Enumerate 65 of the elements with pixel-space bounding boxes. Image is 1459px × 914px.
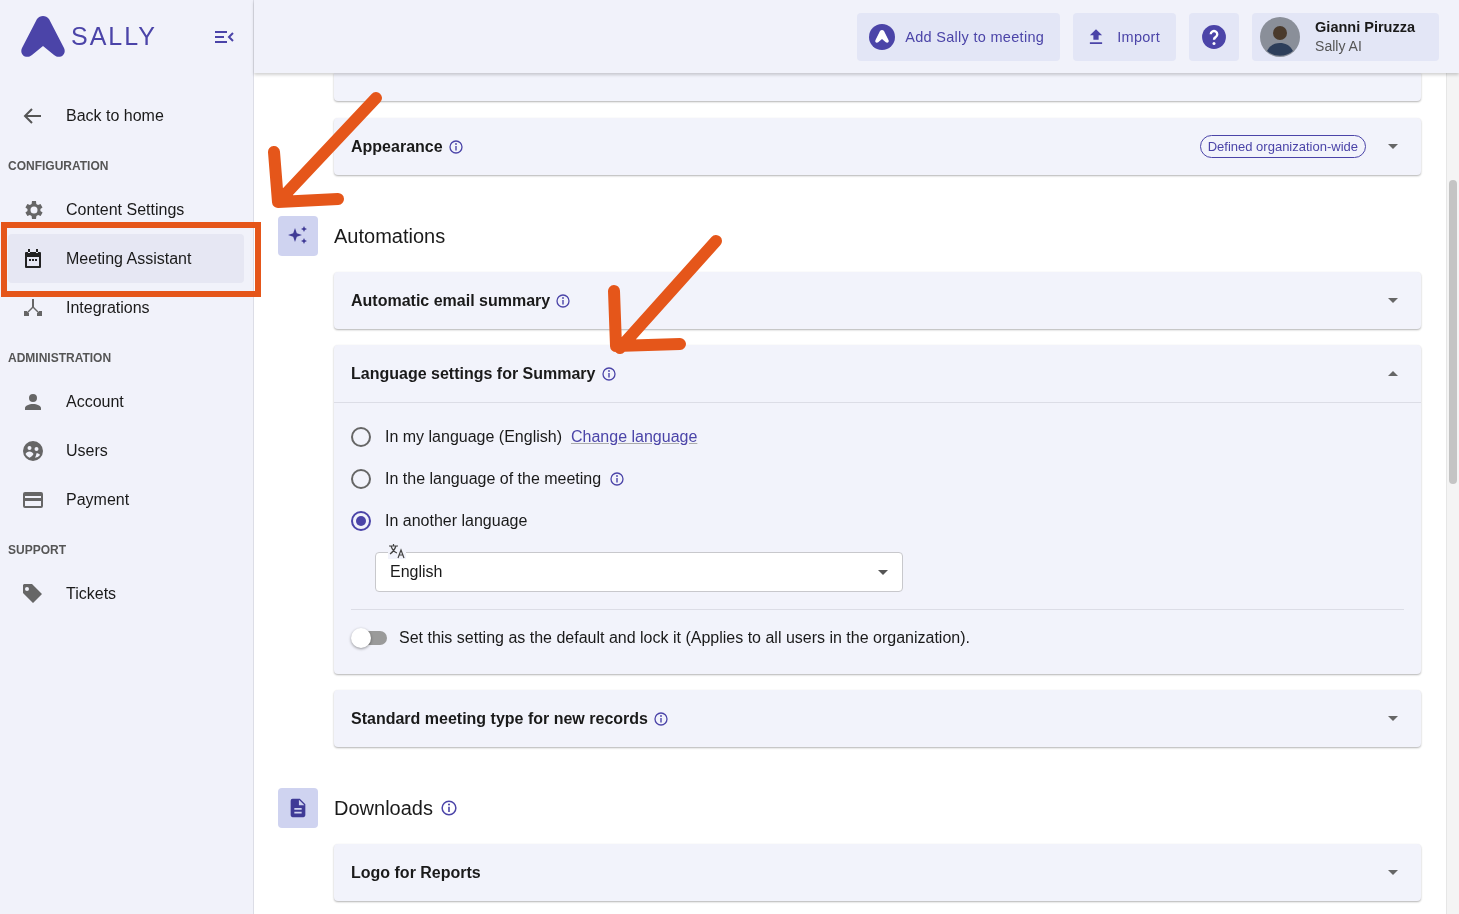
nav-item[interactable]: Meeting Assistant <box>8 234 244 283</box>
radio-label: In my language (English) <box>385 428 562 446</box>
user-name: Gianni Piruzza <box>1315 19 1415 35</box>
help-icon <box>1201 23 1228 50</box>
translate-icon <box>388 543 406 559</box>
nav-label: Back to home <box>66 106 164 125</box>
accordion-header[interactable]: Appearance Defined organization-wide <box>334 118 1421 175</box>
info-icon[interactable] <box>448 139 463 154</box>
caret-icon[interactable] <box>1388 371 1398 376</box>
help-button[interactable] <box>1189 12 1240 61</box>
nav-item[interactable]: Content Settings <box>0 185 244 234</box>
users-icon <box>21 438 45 463</box>
radio-button[interactable] <box>351 469 371 489</box>
avatar-icon <box>1260 16 1301 57</box>
sparkles-icon <box>278 216 318 256</box>
nav-item[interactable]: Account <box>0 377 244 426</box>
nav-item[interactable]: Payment <box>0 475 244 524</box>
info-icon[interactable] <box>440 800 457 816</box>
header-button[interactable]: Import <box>1073 12 1177 61</box>
tag-icon <box>21 581 45 606</box>
document-icon <box>278 788 318 828</box>
caret-icon[interactable] <box>1388 870 1398 875</box>
radio-label: In the language of the meeting <box>385 470 602 488</box>
info-icon[interactable] <box>556 293 571 308</box>
upload-icon <box>1089 28 1104 45</box>
nav-item[interactable]: Tickets <box>0 569 244 618</box>
toggle-label: Set this setting as the default and lock it (Applies to all users in the organization). <box>399 629 970 647</box>
caret-icon[interactable] <box>1388 716 1398 721</box>
info-icon[interactable] <box>601 366 616 381</box>
accordion-header[interactable]: Language settings for Summary <box>334 345 1421 403</box>
nav-item[interactable]: Integrations <box>0 283 244 332</box>
header-button[interactable]: Add Sally to meeting <box>857 12 1061 61</box>
accordion-header[interactable]: Logo for Reports <box>334 844 1421 901</box>
panel-title: Appearance <box>351 137 443 156</box>
radio-button[interactable] <box>351 511 371 531</box>
scrollbar[interactable] <box>1446 73 1459 914</box>
accordion-header[interactable]: Automatic email summary <box>334 272 1421 329</box>
user-organization: Sally AI <box>1315 38 1363 54</box>
accordion-header[interactable]: Standard meeting type for new records <box>334 690 1421 747</box>
language-select[interactable]: English <box>375 543 903 592</box>
panel-title: Standard meeting type for new records <box>351 709 648 728</box>
section-title: Downloads <box>334 796 433 820</box>
caret-icon <box>878 569 888 575</box>
caret-icon[interactable] <box>1388 298 1398 303</box>
change-language-link[interactable]: Change language <box>571 428 698 446</box>
user-menu[interactable]: Gianni Piruzza Sally AI <box>1252 12 1439 61</box>
section-title: Automations <box>334 224 446 248</box>
logo-icon <box>20 15 66 58</box>
nav-section-title: ADMINISTRATION <box>7 350 113 367</box>
caret-icon[interactable] <box>1388 144 1398 149</box>
logo-text: SALLY <box>71 22 157 51</box>
back-link[interactable]: Back to home <box>0 91 244 140</box>
nav-section-title: CONFIGURATION <box>7 158 110 175</box>
toggle-switch[interactable] <box>351 628 387 648</box>
panel-title: Language settings for Summary <box>351 364 596 383</box>
panel-title: Logo for Reports <box>351 863 481 882</box>
info-icon[interactable] <box>653 711 668 726</box>
nav-item[interactable]: Users <box>0 426 244 475</box>
radio-label: In another language <box>385 512 528 530</box>
logo-icon <box>869 23 896 50</box>
info-icon[interactable] <box>610 472 625 486</box>
nav-section-title: SUPPORT <box>7 542 67 559</box>
radio-button[interactable] <box>351 427 371 447</box>
menu-collapse-icon[interactable] <box>214 28 234 45</box>
panel-title: Automatic email summary <box>351 291 551 310</box>
